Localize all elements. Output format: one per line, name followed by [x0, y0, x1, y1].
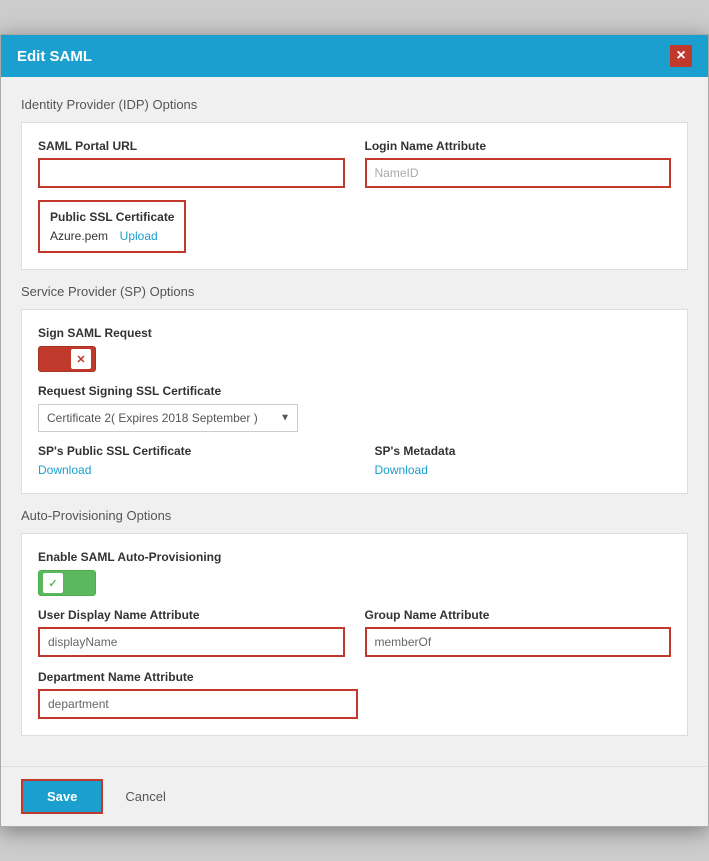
cancel-button[interactable]: Cancel	[115, 781, 175, 812]
sign-saml-request-label: Sign SAML Request	[38, 326, 671, 340]
sp-ssl-cert-download-link[interactable]: Download	[38, 463, 91, 477]
sp-metadata-col: SP's Metadata Download	[375, 444, 672, 477]
save-button[interactable]: Save	[21, 779, 103, 814]
saml-portal-url-label: SAML Portal URL	[38, 139, 345, 153]
auto-prov-section-title: Auto-Provisioning Options	[21, 508, 688, 523]
group-name-label: Group Name Attribute	[365, 608, 672, 622]
auto-prov-section-box: Enable SAML Auto-Provisioning ✓ User Dis…	[21, 533, 688, 736]
attribute-row-1: User Display Name Attribute Group Name A…	[38, 608, 671, 657]
enable-auto-prov-toggle-knob: ✓	[43, 573, 63, 593]
ssl-cert-file-row: Azure.pem Upload	[50, 228, 174, 243]
sp-ssl-cert-col: SP's Public SSL Certificate Download	[38, 444, 335, 477]
idp-section-title: Identity Provider (IDP) Options	[21, 97, 688, 112]
request-signing-select[interactable]: Certificate 2( Expires 2018 September )	[38, 404, 298, 432]
enable-auto-prov-label: Enable SAML Auto-Provisioning	[38, 550, 671, 564]
enable-auto-prov-toggle[interactable]: ✓	[38, 570, 96, 596]
modal-body: Identity Provider (IDP) Options SAML Por…	[1, 77, 708, 766]
sp-metadata-label: SP's Metadata	[375, 444, 672, 458]
user-display-name-group: User Display Name Attribute	[38, 608, 345, 657]
department-name-label: Department Name Attribute	[38, 670, 194, 684]
enable-auto-prov-group: Enable SAML Auto-Provisioning ✓	[38, 550, 671, 596]
sp-links-row: SP's Public SSL Certificate Download SP'…	[38, 444, 671, 477]
department-name-input[interactable]	[38, 689, 358, 719]
login-name-attribute-input[interactable]	[365, 158, 672, 188]
idp-section-box: SAML Portal URL Login Name Attribute Pub…	[21, 122, 688, 270]
sp-section-box: Sign SAML Request ✕ Request Signing SSL …	[21, 309, 688, 494]
ssl-cert-filename: Azure.pem	[50, 229, 108, 243]
login-name-attribute-group: Login Name Attribute	[365, 139, 672, 188]
group-name-input[interactable]	[365, 627, 672, 657]
user-display-name-label: User Display Name Attribute	[38, 608, 345, 622]
request-signing-group: Request Signing SSL Certificate Certific…	[38, 384, 671, 432]
saml-portal-url-group: SAML Portal URL	[38, 139, 345, 188]
close-button[interactable]: ×	[670, 45, 692, 67]
ssl-cert-upload-link[interactable]: Upload	[120, 229, 158, 243]
request-signing-label: Request Signing SSL Certificate	[38, 384, 671, 398]
edit-saml-modal: Edit SAML × Identity Provider (IDP) Opti…	[0, 34, 709, 827]
ssl-cert-box: Public SSL Certificate Azure.pem Upload	[38, 200, 186, 253]
login-name-attribute-label: Login Name Attribute	[365, 139, 672, 153]
sp-section-title: Service Provider (SP) Options	[21, 284, 688, 299]
saml-portal-url-input[interactable]	[38, 158, 345, 188]
sign-saml-toggle-knob: ✕	[71, 349, 91, 369]
modal-header: Edit SAML ×	[1, 35, 708, 77]
sign-saml-request-group: Sign SAML Request ✕	[38, 326, 671, 372]
group-name-group: Group Name Attribute	[365, 608, 672, 657]
modal-footer: Save Cancel	[1, 766, 708, 826]
sp-metadata-download-link[interactable]: Download	[375, 463, 428, 477]
sign-saml-toggle[interactable]: ✕	[38, 346, 96, 372]
request-signing-select-wrapper: Certificate 2( Expires 2018 September ) …	[38, 404, 298, 432]
ssl-cert-label: Public SSL Certificate	[50, 210, 174, 224]
department-name-group: Department Name Attribute	[38, 669, 671, 719]
user-display-name-input[interactable]	[38, 627, 345, 657]
idp-form-row: SAML Portal URL Login Name Attribute	[38, 139, 671, 188]
sp-ssl-cert-label: SP's Public SSL Certificate	[38, 444, 335, 458]
modal-title: Edit SAML	[17, 48, 92, 65]
